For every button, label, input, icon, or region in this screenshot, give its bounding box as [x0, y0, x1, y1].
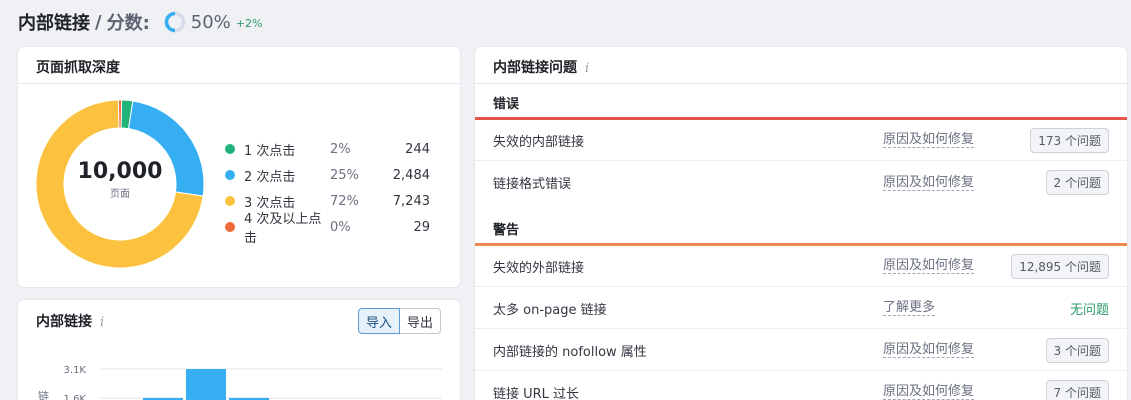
y-tick-label: 3.1K — [64, 365, 87, 376]
warnings-section-label: 警告 — [493, 223, 520, 238]
crawl-depth-title: 页面抓取深度 — [36, 60, 120, 76]
internal-links-title: 内部链接 i — [36, 311, 104, 331]
y-tick-label: 1.6K — [64, 394, 87, 400]
legend-row: 4 次及以上点击 0% 29 — [225, 212, 430, 246]
card-divider — [18, 83, 460, 84]
internal-links-title-text: 内部链接 — [36, 314, 92, 330]
legend-count: 2,484 — [392, 167, 430, 183]
card-divider — [475, 83, 1127, 84]
issue-name: 内部链接的 nofollow 属性 — [493, 344, 647, 360]
issue-count-badge[interactable]: 2 个问题 — [1045, 170, 1109, 195]
issue-name: 链接 URL 过长 — [493, 386, 580, 400]
legend-label: 4 次及以上点击 — [244, 212, 322, 246]
score-label: 分数: — [106, 13, 150, 34]
warning-row: 太多 on-page 链接 了解更多 无问题 — [475, 288, 1127, 329]
score-ring-icon — [164, 11, 186, 33]
fix-link[interactable]: 原因及如何修复 — [883, 132, 975, 148]
legend-color-dot — [225, 144, 235, 154]
legend-count: 244 — [405, 141, 430, 157]
legend-label: 1 次点击 — [244, 143, 296, 159]
score-delta: +2% — [235, 17, 263, 30]
errors-section-label: 错误 — [493, 97, 520, 112]
warning-row: 链接 URL 过长 原因及如何修复 7 个问题 — [475, 372, 1127, 400]
legend-label: 2 次点击 — [244, 169, 296, 185]
learn-more-link[interactable]: 了解更多 — [883, 300, 936, 316]
legend-row: 1 次点击 2% 244 — [225, 136, 430, 162]
legend-color-dot — [225, 222, 235, 232]
issue-count-badge[interactable]: 12,895 个问题 — [1011, 253, 1109, 279]
legend-percent: 0% — [330, 219, 351, 235]
issue-count-badge[interactable]: 7 个问题 — [1045, 379, 1109, 400]
issue-name: 链接格式错误 — [493, 177, 572, 192]
issue-count-badge[interactable]: 173 个问题 — [1030, 127, 1109, 153]
page-header: 内部链接 / 分数: 50% +2% — [18, 8, 262, 36]
issue-name: 太多 on-page 链接 — [493, 302, 607, 318]
title-separator: / — [95, 11, 102, 33]
error-row: 失效的内部链接 原因及如何修复 173 个问题 — [475, 120, 1127, 161]
warning-row: 内部链接的 nofollow 属性 原因及如何修复 3 个问题 — [475, 330, 1127, 371]
fix-link[interactable]: 原因及如何修复 — [883, 384, 975, 400]
link-issues-title-text: 内部链接问题 — [493, 60, 577, 76]
donut-center: 10,000 页面 — [36, 159, 204, 201]
link-issues-card: 内部链接问题 i 错误 失效的内部链接 原因及如何修复 173 个问题 链接格式错… — [475, 47, 1127, 400]
no-issues-status: 无问题 — [1069, 302, 1109, 318]
page-title: 内部链接 — [18, 13, 90, 34]
fix-link[interactable]: 原因及如何修复 — [883, 342, 975, 358]
link-issues-title: 内部链接问题 i — [493, 57, 589, 77]
info-icon[interactable]: i — [100, 315, 104, 330]
import-button[interactable]: 导入 — [358, 308, 401, 334]
import-export-toggle: 导入 导出 — [358, 308, 442, 334]
donut-slice[interactable] — [117, 100, 123, 129]
legend-count: 29 — [413, 219, 430, 235]
legend-row: 2 次点击 25% 2,484 — [225, 162, 430, 188]
legend-count: 7,243 — [392, 193, 430, 209]
error-row: 链接格式错误 原因及如何修复 2 个问题 — [475, 162, 1127, 203]
legend-color-dot — [225, 170, 235, 180]
crawl-depth-legend: 1 次点击 2% 244 2 次点击 25% 2,484 3 次点击 72% 7,243 4 次及… — [225, 136, 430, 246]
total-pages-label: 页面 — [110, 189, 130, 200]
legend-percent: 72% — [330, 193, 359, 209]
info-icon[interactable]: i — [585, 61, 589, 76]
warning-row: 失效的外部链接 原因及如何修复 12,895 个问题 — [475, 246, 1127, 287]
total-pages: 10,000 — [77, 159, 163, 184]
legend-color-dot — [225, 196, 235, 206]
legend-percent: 25% — [330, 167, 359, 183]
legend-percent: 2% — [330, 141, 351, 157]
internal-links-card: 3.1K 1.6K 链 内部链接 i 导入 导出 — [18, 300, 460, 400]
export-button[interactable]: 导出 — [400, 308, 442, 334]
issue-name: 失效的内部链接 — [493, 134, 585, 150]
score-value: 50% — [190, 11, 231, 33]
issue-count-badge[interactable]: 3 个问题 — [1045, 337, 1109, 363]
y-axis-label: 链 — [38, 389, 49, 400]
fix-link[interactable]: 原因及如何修复 — [883, 175, 975, 191]
fix-link[interactable]: 原因及如何修复 — [883, 258, 975, 274]
bar[interactable] — [186, 369, 226, 400]
issue-name: 失效的外部链接 — [493, 260, 585, 276]
